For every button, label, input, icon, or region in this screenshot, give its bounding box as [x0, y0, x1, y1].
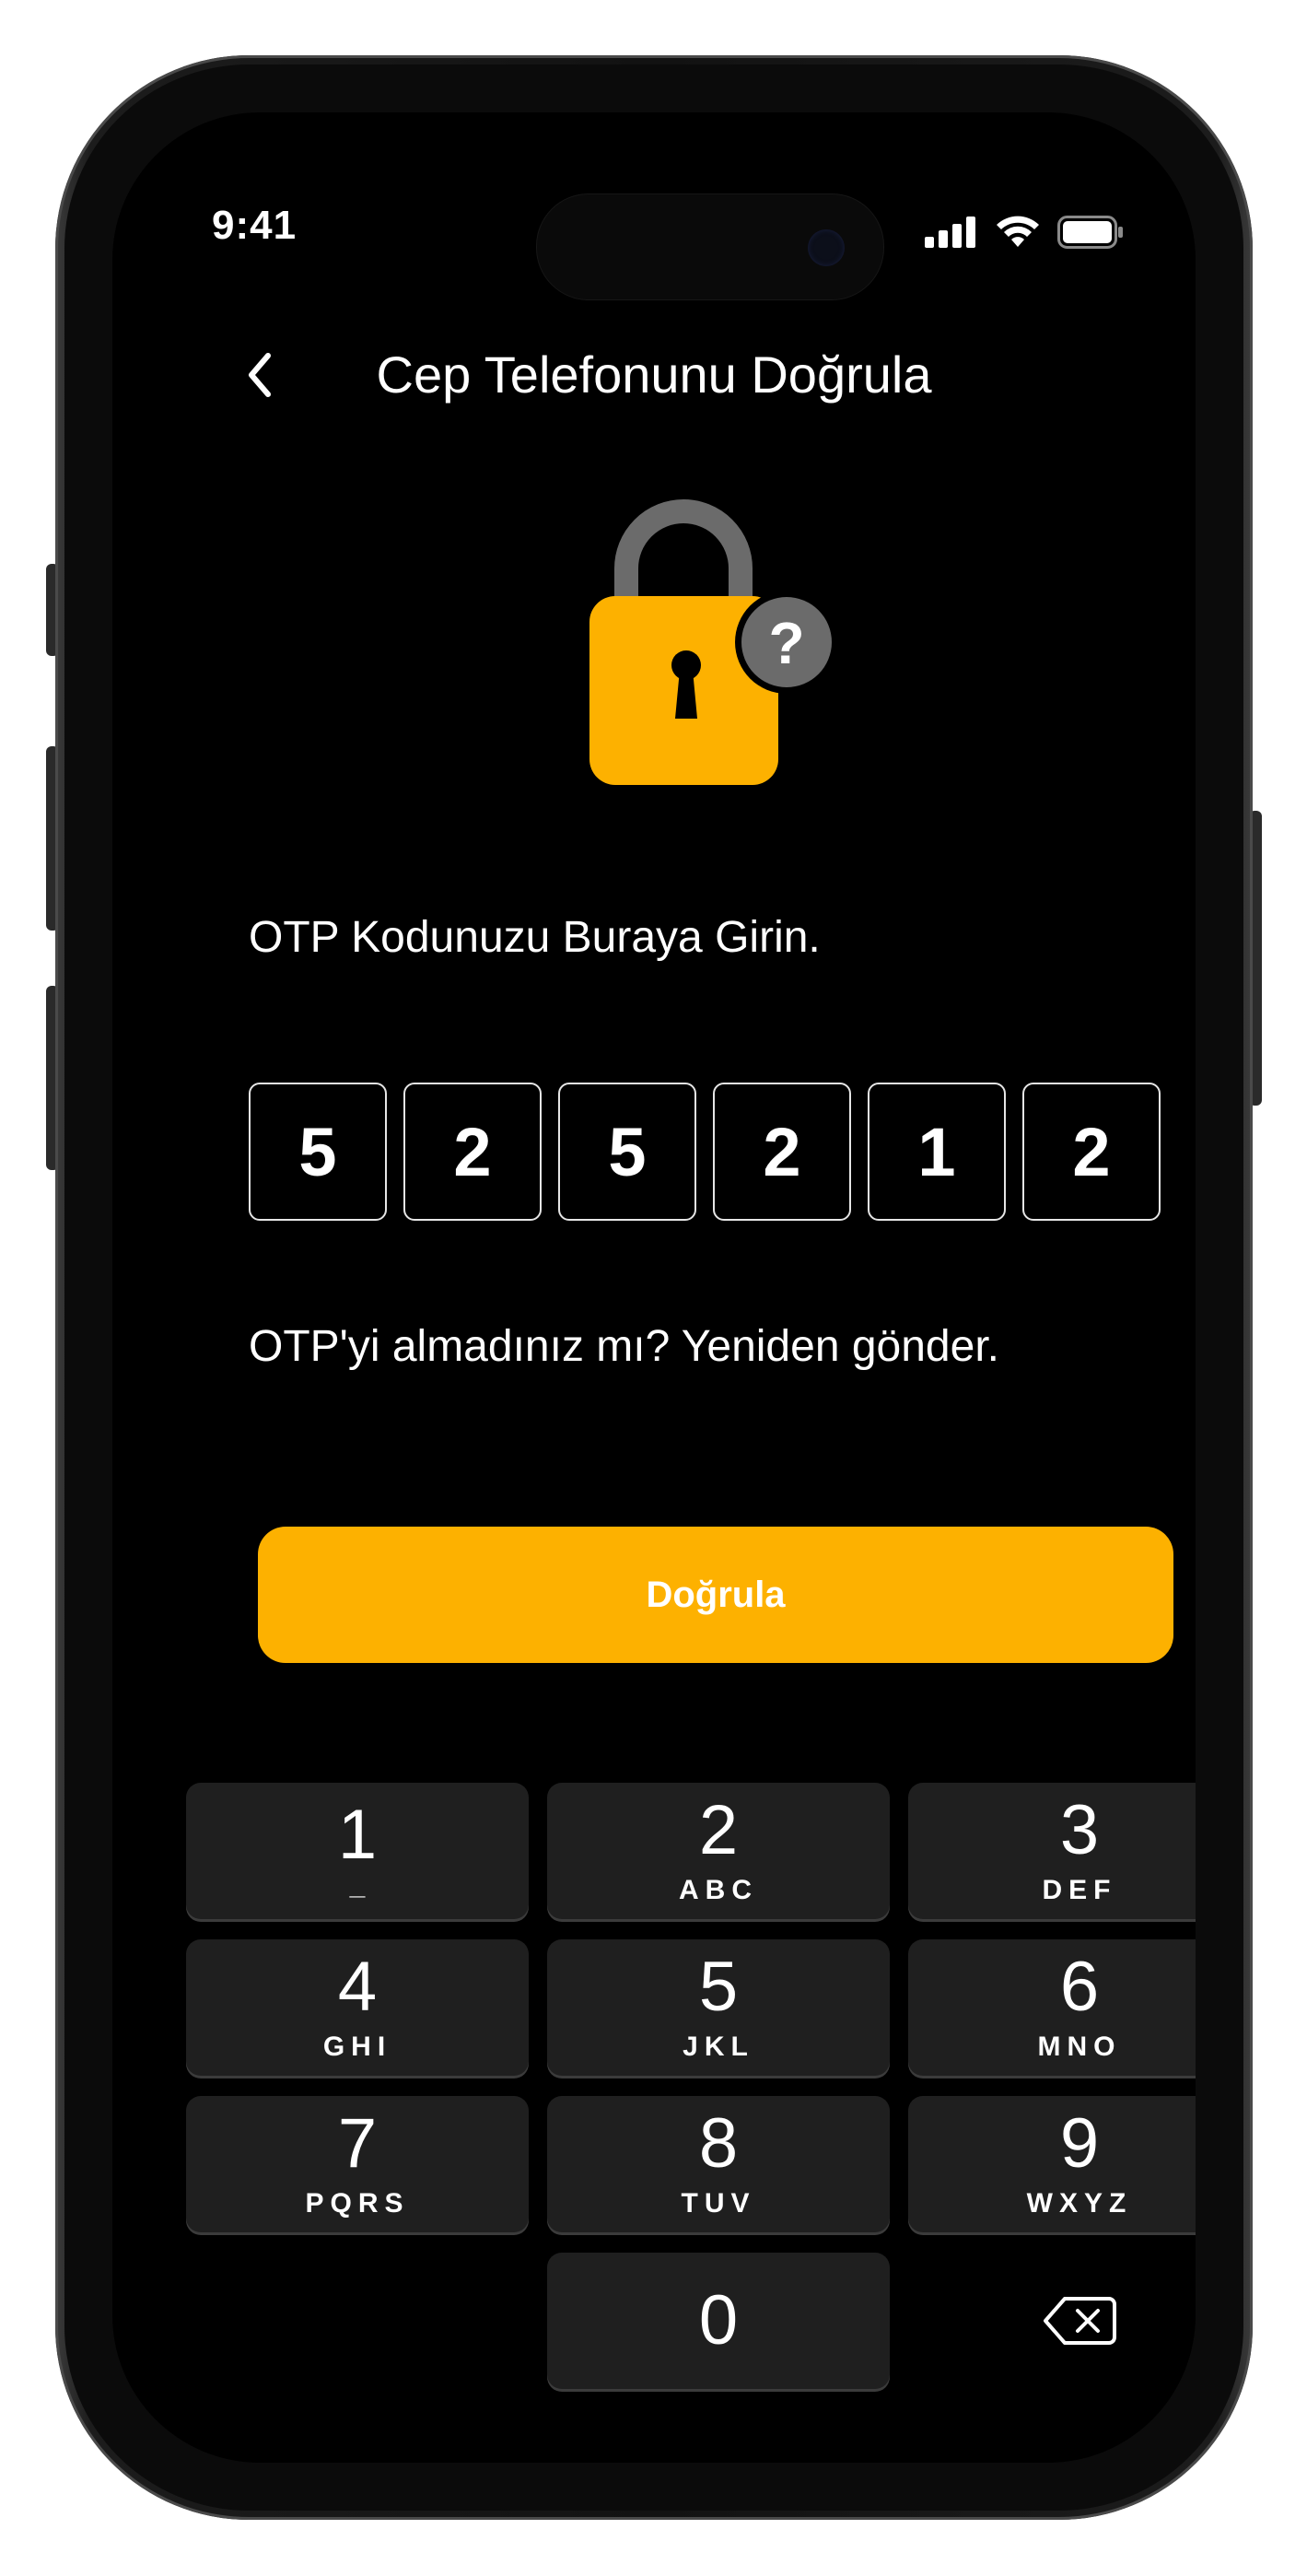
question-badge-icon: ? [735, 591, 838, 694]
key-digit: 3 [1059, 1791, 1100, 1869]
cellular-signal-icon [925, 217, 975, 248]
key-letters: WXYZ [1026, 2188, 1133, 2219]
otp-digit-1[interactable]: 5 [249, 1083, 387, 1221]
svg-text:?: ? [768, 610, 804, 676]
key-digit: 2 [698, 1791, 739, 1869]
key-digit: 6 [1059, 1948, 1100, 2026]
keypad-key-4[interactable]: 4 GHI [186, 1939, 529, 2076]
key-letters: TUV [681, 2188, 756, 2219]
otp-digit-4[interactable]: 2 [713, 1083, 851, 1221]
key-digit: 0 [698, 2281, 739, 2359]
key-digit: 7 [337, 2104, 378, 2183]
otp-digit-6[interactable]: 2 [1022, 1083, 1161, 1221]
otp-digit-3[interactable]: 5 [558, 1083, 696, 1221]
key-letters: ABC [679, 1875, 758, 1905]
key-letters: DEF [1042, 1875, 1117, 1905]
keypad-key-3[interactable]: 3 DEF [908, 1783, 1196, 1919]
keypad-key-0[interactable]: 0 [547, 2253, 890, 2389]
verify-button[interactable]: Doğrula [258, 1527, 1173, 1663]
key-letters: GHI [322, 2032, 392, 2062]
status-time: 9:41 [212, 203, 298, 248]
key-digit: 4 [337, 1948, 378, 2026]
keypad-key-1[interactable]: 1 _ [186, 1783, 529, 1919]
page-title: Cep Telefonunu Doğrula [376, 345, 932, 404]
key-digit: 5 [698, 1948, 739, 2026]
battery-icon [1057, 216, 1123, 249]
camera-lens [808, 229, 845, 266]
keypad-key-7[interactable]: 7 PQRS [186, 2096, 529, 2232]
otp-input-group: 5 2 5 2 1 2 [249, 1083, 1161, 1221]
otp-digit-2[interactable]: 2 [403, 1083, 542, 1221]
keypad-key-8[interactable]: 8 TUV [547, 2096, 890, 2232]
lock-icon: ? [589, 499, 838, 785]
key-letters: JKL [683, 2032, 754, 2062]
status-icons [925, 216, 1124, 249]
key-letters: MNO [1037, 2032, 1122, 2062]
key-digit: 1 [337, 1796, 378, 1874]
keypad-key-9[interactable]: 9 WXYZ [908, 2096, 1196, 2232]
key-letters: PQRS [305, 2188, 410, 2219]
key-digit: 8 [698, 2104, 739, 2183]
key-digit: 9 [1059, 2104, 1100, 2183]
wifi-icon [997, 216, 1039, 247]
otp-digit-5[interactable]: 1 [868, 1083, 1006, 1221]
resend-otp-link[interactable]: OTP'yi almadınız mı? Yeniden gönder. [249, 1321, 999, 1372]
keypad-key-6[interactable]: 6 MNO [908, 1939, 1196, 2076]
phone-frame: 9:41 Cep Telefonunu Doğrula ? OTP Kodunu… [55, 55, 1253, 2520]
otp-prompt: OTP Kodunuzu Buraya Girin. [249, 913, 821, 962]
backspace-icon [1044, 2297, 1116, 2345]
keypad-key-5[interactable]: 5 JKL [547, 1939, 890, 2076]
key-letters: _ [349, 1870, 366, 1901]
dynamic-island [536, 193, 884, 300]
keypad-key-2[interactable]: 2 ABC [547, 1783, 890, 1919]
backspace-key[interactable] [908, 2253, 1196, 2389]
screen: 9:41 Cep Telefonunu Doğrula ? OTP Kodunu… [112, 112, 1196, 2463]
